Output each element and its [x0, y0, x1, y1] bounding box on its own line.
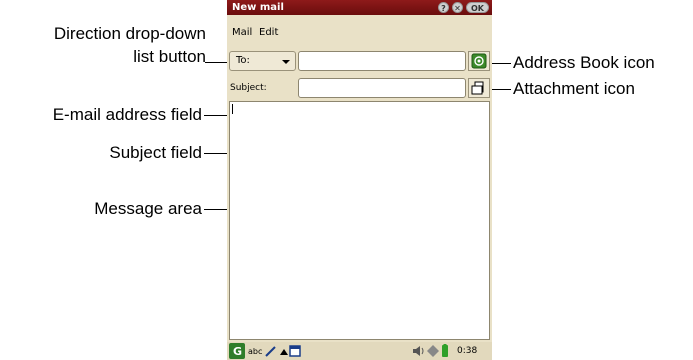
up-arrow-icon[interactable]: [280, 348, 288, 356]
svg-text:G: G: [233, 345, 242, 358]
address-book-icon: [471, 53, 487, 69]
attachment-icon: [471, 81, 484, 95]
direction-dropdown-button[interactable]: To:: [229, 51, 296, 71]
pen-icon[interactable]: [265, 345, 277, 357]
close-button[interactable]: ✕: [452, 2, 463, 13]
text-cursor: [232, 104, 233, 114]
ok-button[interactable]: OK: [466, 2, 489, 13]
annotation-message-area: Message area: [94, 199, 202, 218]
annotation-direction-dropdown: Direction drop-down list button: [6, 24, 206, 67]
menu-edit[interactable]: Edit: [259, 27, 278, 38]
annotation-direction-dropdown-line2: list button: [133, 47, 206, 66]
annotation-attachment-icon: Attachment icon: [513, 79, 635, 98]
status-bar: G abc 0:38: [227, 342, 492, 360]
launcher-icon[interactable]: G: [229, 343, 245, 359]
attachment-button[interactable]: [468, 78, 490, 98]
device-screen: New mail ? ✕ OK Mail Edit To: Subject: G…: [227, 0, 492, 360]
menu-bar: Mail Edit: [227, 15, 492, 45]
message-area[interactable]: [229, 101, 490, 340]
annotation-address-book-icon: Address Book icon: [513, 53, 655, 72]
clock: 0:38: [457, 346, 478, 356]
network-icon[interactable]: [427, 345, 439, 357]
annotation-subject-field: Subject field: [109, 143, 202, 162]
title-bar: New mail ? ✕ OK: [227, 0, 492, 15]
address-book-button[interactable]: [468, 51, 490, 71]
annotation-direction-dropdown-line1: Direction drop-down: [53, 24, 206, 43]
battery-icon: [442, 344, 448, 357]
menu-mail[interactable]: Mail: [232, 27, 252, 38]
help-button[interactable]: ?: [438, 2, 449, 13]
speaker-icon[interactable]: [412, 344, 426, 358]
email-address-field[interactable]: [298, 51, 466, 71]
subject-label: Subject:: [230, 83, 267, 93]
dropdown-arrow-icon: [282, 60, 290, 64]
direction-dropdown-label: To:: [236, 55, 250, 66]
annotation-email-field: E-mail address field: [52, 105, 202, 124]
subject-field[interactable]: [298, 78, 466, 98]
window-title: New mail: [232, 2, 284, 13]
window-switch-icon[interactable]: [289, 345, 301, 357]
input-mode-indicator[interactable]: abc: [248, 347, 262, 356]
